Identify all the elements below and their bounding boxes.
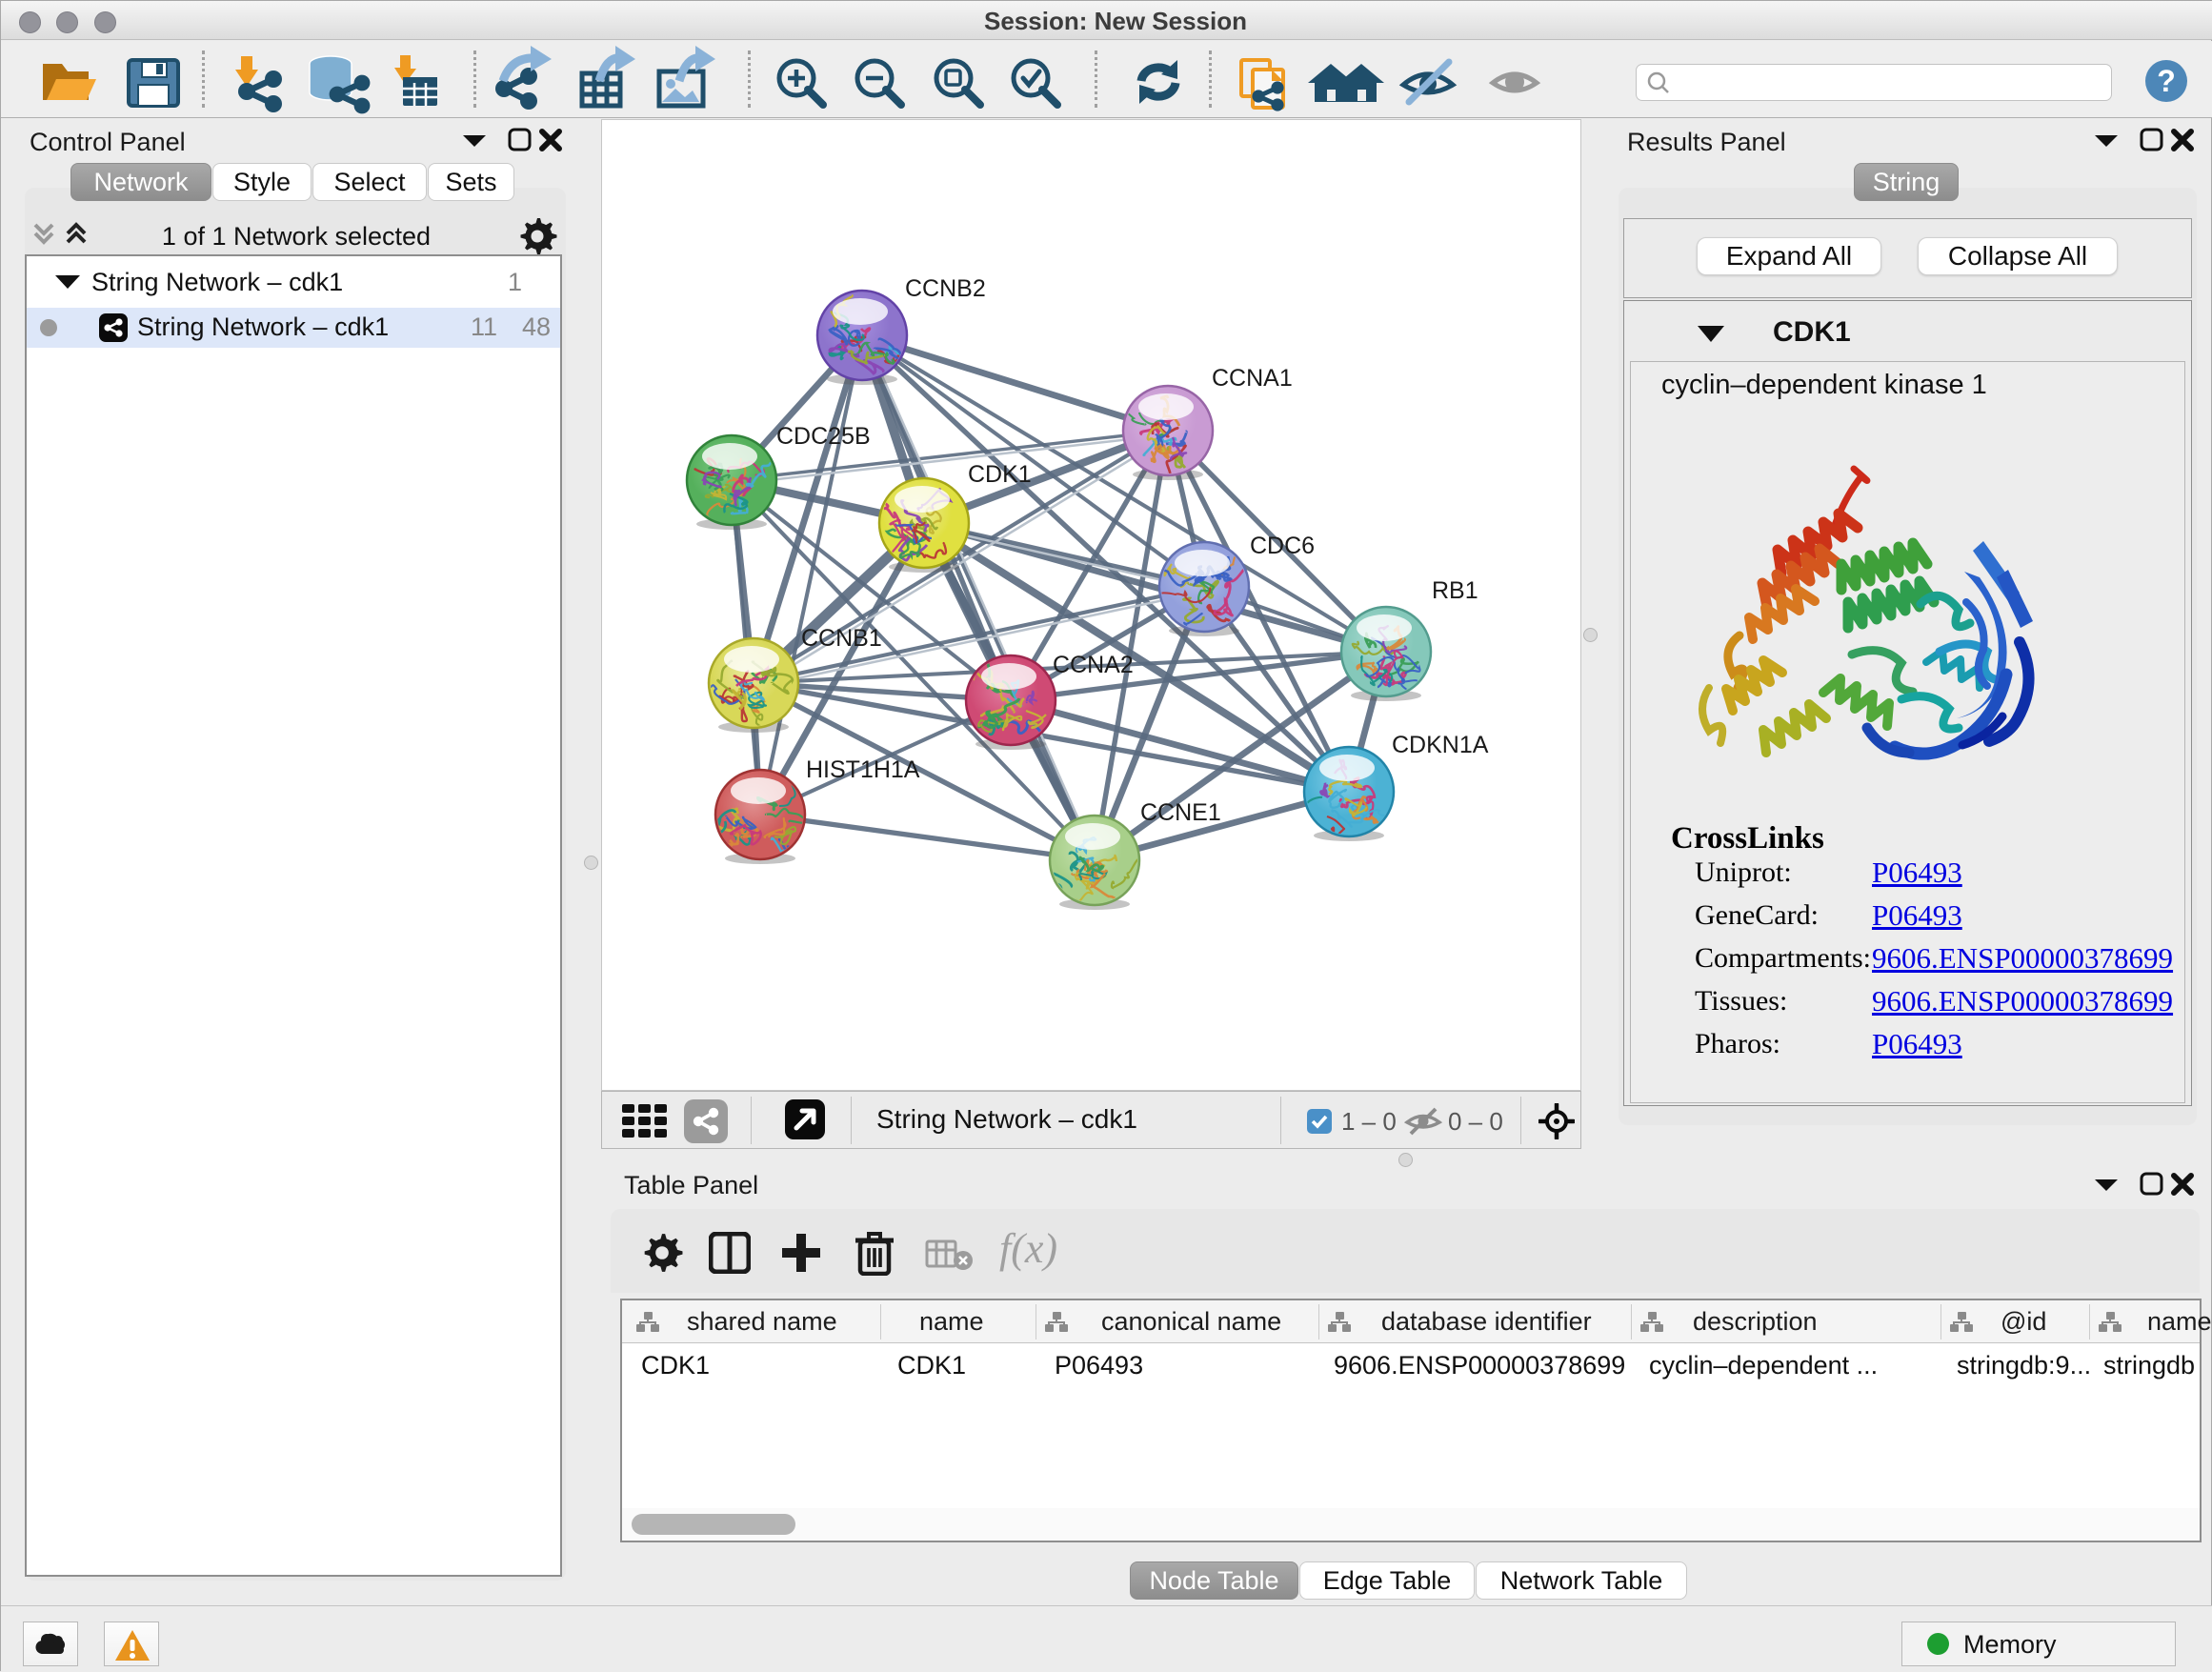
svg-text:CCNA2: CCNA2 — [1053, 652, 1134, 678]
svg-text:CDC6: CDC6 — [1250, 533, 1315, 559]
svg-text:CCNB1: CCNB1 — [801, 625, 882, 652]
svg-text:CCNA1: CCNA1 — [1212, 365, 1293, 392]
svg-text:RB1: RB1 — [1432, 577, 1478, 604]
svg-text:CDK1: CDK1 — [968, 461, 1032, 488]
svg-text:CDC25B: CDC25B — [776, 423, 871, 450]
svg-text:CCNE1: CCNE1 — [1140, 799, 1221, 826]
svg-text:HIST1H1A: HIST1H1A — [806, 756, 920, 783]
svg-text:CDKN1A: CDKN1A — [1392, 732, 1489, 758]
svg-text:CCNB2: CCNB2 — [905, 275, 986, 302]
